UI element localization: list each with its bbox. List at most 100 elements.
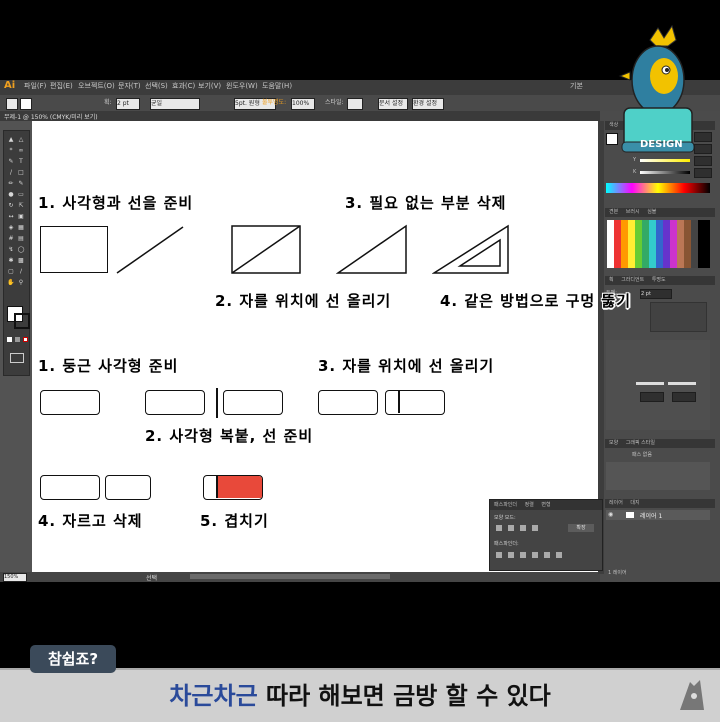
zoom-field[interactable]: 150% bbox=[3, 573, 27, 582]
stroke-options-area[interactable] bbox=[606, 340, 710, 430]
tab-swatches[interactable]: 견본 bbox=[609, 209, 618, 215]
step2-rect-with-diagonal[interactable] bbox=[230, 224, 304, 276]
preferences-button[interactable]: 환경 설정 bbox=[412, 98, 444, 110]
rounded-rect-4a[interactable] bbox=[40, 475, 100, 500]
step1-line[interactable] bbox=[114, 224, 186, 276]
color-spectrum[interactable] bbox=[606, 183, 710, 193]
stroke-swatch[interactable] bbox=[20, 98, 32, 110]
rounded-rect-2a[interactable] bbox=[145, 390, 205, 415]
rectangle-tool-icon[interactable]: □ bbox=[17, 170, 25, 176]
perspective-grid-icon[interactable]: ▦ bbox=[17, 225, 25, 231]
rotate-tool-icon[interactable]: ↻ bbox=[7, 203, 15, 209]
brush-tool-icon[interactable]: ✏ bbox=[7, 181, 15, 187]
layers-panel-tabs[interactable]: 레이어 대지 bbox=[605, 499, 715, 508]
menu-effect[interactable]: 효과(C) bbox=[172, 81, 195, 91]
gradient-tool-icon[interactable]: ▤ bbox=[17, 236, 25, 242]
tab-stroke[interactable]: 획 bbox=[609, 277, 614, 283]
step4-triangle-with-hole[interactable] bbox=[432, 224, 512, 276]
step3-triangle[interactable] bbox=[336, 224, 410, 276]
stroke-weight-field[interactable]: 2 pt bbox=[640, 289, 672, 299]
menu-window[interactable]: 윈도우(W) bbox=[226, 81, 258, 91]
slice-tool-icon[interactable]: ∕ bbox=[17, 269, 25, 275]
tab-graphic-styles[interactable]: 그래픽 스타일 bbox=[626, 440, 655, 446]
eraser-tool-icon[interactable]: ▭ bbox=[17, 192, 25, 198]
cut-line[interactable] bbox=[216, 388, 218, 418]
zoom-tool-icon[interactable]: ⚲ bbox=[17, 280, 25, 286]
divide-icon[interactable] bbox=[496, 552, 502, 558]
eyedropper-icon[interactable]: ↯ bbox=[7, 247, 15, 253]
menu-object[interactable]: 오브젝트(O) bbox=[78, 81, 115, 91]
arrow-scale-field-2[interactable] bbox=[672, 392, 696, 402]
appearance-panel-tabs[interactable]: 모양 그래픽 스타일 bbox=[605, 439, 715, 448]
artboard-tool-icon[interactable]: ▢ bbox=[7, 269, 15, 275]
layer-name[interactable]: 레이어 1 bbox=[640, 511, 662, 520]
tab-gradient[interactable]: 그라디언트 bbox=[621, 277, 644, 283]
fill-swatch[interactable] bbox=[6, 98, 18, 110]
style-swatch[interactable] bbox=[347, 98, 363, 110]
stroke-weight-input[interactable]: 2 pt bbox=[116, 98, 140, 110]
tab-symbols[interactable]: 심볼 bbox=[647, 209, 656, 215]
trim-icon[interactable] bbox=[508, 552, 514, 558]
menu-help[interactable]: 도움말(H) bbox=[262, 81, 292, 91]
rounded-rect-3b[interactable] bbox=[385, 390, 445, 415]
shape-builder-icon[interactable]: ◈ bbox=[7, 225, 15, 231]
horizontal-scrollbar[interactable] bbox=[190, 574, 390, 579]
variable-width-select[interactable]: 균일 bbox=[150, 98, 200, 110]
layer-row[interactable]: ◉ 레이어 1 bbox=[606, 510, 710, 520]
workspace-switcher[interactable]: 기본 bbox=[570, 81, 583, 91]
document-setup-button[interactable]: 문서 설정 bbox=[378, 98, 408, 110]
rounded-rect-1[interactable] bbox=[40, 390, 100, 415]
swatch-grid[interactable] bbox=[607, 220, 710, 268]
tab-pathfinder[interactable]: 패스파인더 bbox=[494, 502, 517, 508]
tab-brushes[interactable]: 브러시 bbox=[626, 209, 640, 215]
merge-icon[interactable] bbox=[520, 552, 526, 558]
rounded-rect-2b[interactable] bbox=[223, 390, 283, 415]
selection-tool-icon[interactable]: ▲ bbox=[7, 137, 15, 143]
dash-preview-2[interactable] bbox=[668, 382, 696, 385]
tab-transform[interactable]: 변형 bbox=[541, 502, 550, 508]
stroke-panel-tabs[interactable]: 획 그라디언트 투명도 bbox=[605, 276, 715, 285]
pencil-tool-icon[interactable]: ✎ bbox=[17, 181, 25, 187]
unite-icon[interactable] bbox=[496, 525, 502, 531]
magic-wand-icon[interactable]: * bbox=[7, 148, 15, 154]
expand-button[interactable]: 확장 bbox=[568, 524, 594, 532]
graph-tool-icon[interactable]: ▩ bbox=[17, 258, 25, 264]
rounded-rect-3a[interactable] bbox=[318, 390, 378, 415]
exclude-icon[interactable] bbox=[532, 525, 538, 531]
tab-artboards[interactable]: 대지 bbox=[630, 500, 639, 506]
opacity-input[interactable]: 100% bbox=[291, 98, 315, 110]
free-transform-icon[interactable]: ▣ bbox=[17, 214, 25, 220]
pathfinder-tabs[interactable]: 패스파인더 정렬 변형 bbox=[490, 500, 602, 510]
arrow-scale-field[interactable] bbox=[640, 392, 664, 402]
width-tool-icon[interactable]: ↔ bbox=[7, 214, 15, 220]
color-mode-icon[interactable] bbox=[7, 337, 12, 342]
direct-selection-tool-icon[interactable]: △ bbox=[17, 137, 25, 143]
tab-appearance[interactable]: 모양 bbox=[609, 440, 618, 446]
document-tab[interactable]: 무제-1 @ 150% (CMYK/미리 보기) bbox=[4, 112, 98, 121]
menu-file[interactable]: 파일(F) bbox=[24, 81, 46, 91]
none-mode-icon[interactable] bbox=[23, 337, 28, 342]
tab-align[interactable]: 정렬 bbox=[525, 502, 534, 508]
tab-transparency[interactable]: 투명도 bbox=[652, 277, 666, 283]
scale-tool-icon[interactable]: ⇱ bbox=[17, 203, 25, 209]
stroke-color-swatch[interactable] bbox=[14, 313, 30, 329]
opacity-label[interactable]: 불투명도: bbox=[262, 98, 286, 108]
swatches-panel-tabs[interactable]: 견본 브러시 심볼 bbox=[605, 208, 715, 217]
menu-type[interactable]: 문자(T) bbox=[118, 81, 141, 91]
crop-icon[interactable] bbox=[532, 552, 538, 558]
gradient-mode-icon[interactable] bbox=[15, 337, 20, 342]
intersect-icon[interactable] bbox=[520, 525, 526, 531]
pen-tool-icon[interactable]: ✎ bbox=[7, 159, 15, 165]
line-tool-icon[interactable]: / bbox=[7, 170, 15, 176]
symbol-sprayer-icon[interactable]: ✱ bbox=[7, 258, 15, 264]
type-tool-icon[interactable]: T bbox=[17, 159, 25, 165]
screen-mode-icon[interactable] bbox=[10, 353, 24, 363]
menu-select[interactable]: 선택(S) bbox=[145, 81, 168, 91]
lasso-icon[interactable]: ∞ bbox=[17, 148, 25, 154]
blend-tool-icon[interactable]: ◯ bbox=[17, 247, 25, 253]
step1-rectangle[interactable] bbox=[40, 226, 108, 273]
eye-icon[interactable]: ◉ bbox=[608, 511, 613, 518]
blob-brush-icon[interactable]: ● bbox=[7, 192, 15, 198]
stroke-caps-options[interactable] bbox=[650, 302, 707, 332]
tab-layers[interactable]: 레이어 bbox=[609, 500, 623, 506]
